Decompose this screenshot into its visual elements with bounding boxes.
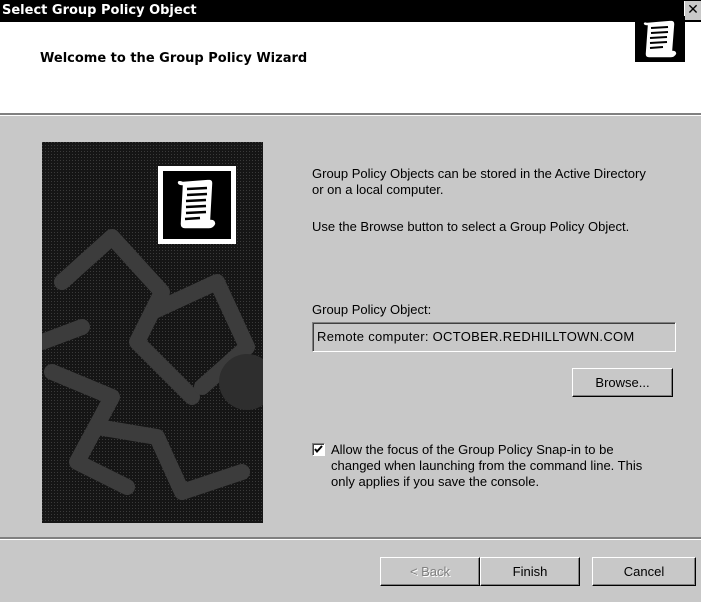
scroll-document-icon [635,16,685,62]
focus-checkbox[interactable] [312,443,325,456]
page-title: Welcome to the Group Policy Wizard [40,51,308,66]
intro-text-line-1: Group Policy Objects can be stored in th… [312,166,646,181]
window-title: Select Group Policy Object [2,3,197,18]
wizard-header: Welcome to the Group Policy Wizard [0,22,701,113]
gpo-label: Group Policy Object: [312,302,432,317]
focus-option-line-1: Allow the focus of the Group Policy Snap… [331,442,614,457]
intro-text-line-3: Use the Browse button to select a Group … [312,219,630,234]
wizard-badge [158,166,236,244]
focus-option-line-2: changed when launching from the command … [331,458,643,473]
gpo-field-value: Remote computer: OCTOBER.REDHILLTOWN.COM [317,329,635,344]
intro-text-line-2: or on a local computer. [312,182,444,197]
browse-button[interactable]: Browse... [572,368,673,397]
finish-button[interactable]: Finish [480,557,580,586]
cancel-button[interactable]: Cancel [592,557,696,586]
title-bar: Select Group Policy Object ✕ [0,0,701,22]
close-button[interactable]: ✕ [684,1,701,20]
gpo-field[interactable]: Remote computer: OCTOBER.REDHILLTOWN.COM [312,322,676,352]
focus-option-line-3: only applies if you save the console. [331,474,540,489]
scroll-document-icon [163,171,231,239]
back-button[interactable]: < Back [380,557,480,586]
